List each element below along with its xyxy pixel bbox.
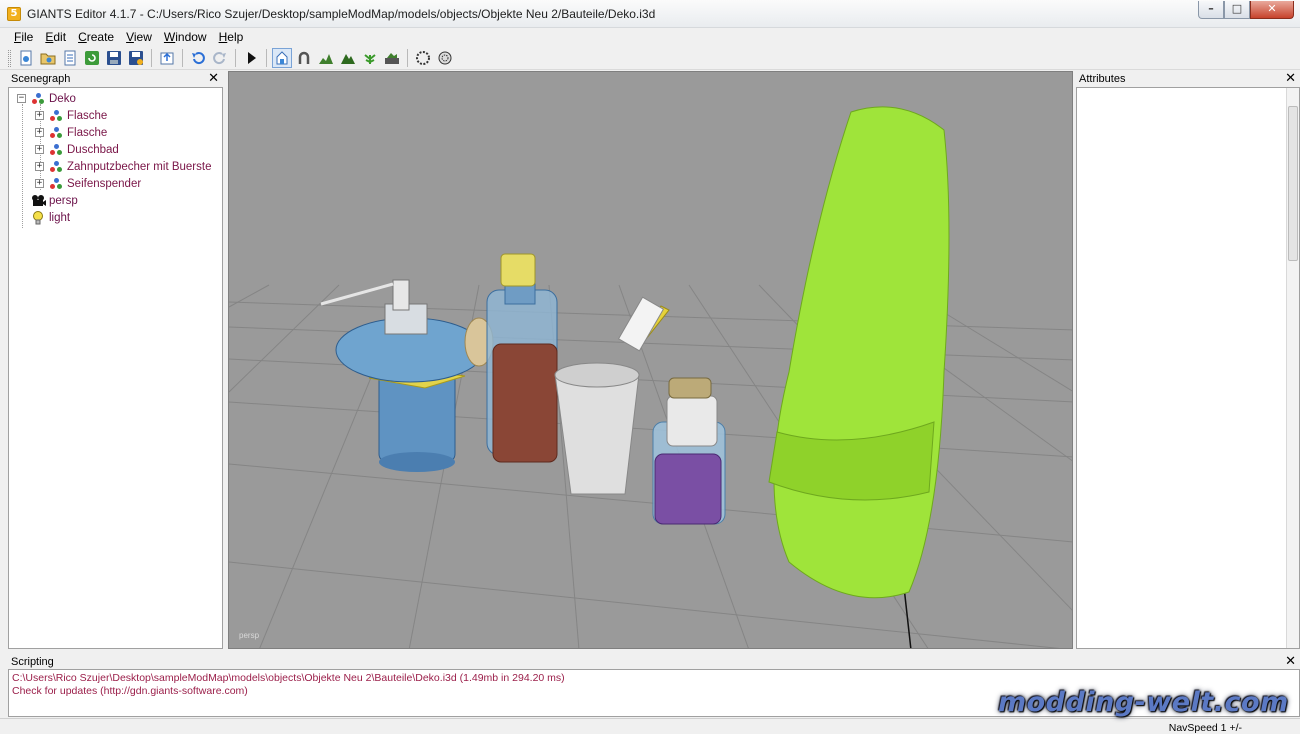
status-bar: NavSpeed 1 +/- (0, 718, 1300, 734)
tree-label: light (49, 211, 71, 224)
save-as-icon[interactable] (126, 48, 146, 68)
attributes-title: Attributes (1079, 73, 1126, 85)
menu-help[interactable]: Help (213, 29, 250, 46)
scenegraph-panel: − Deko + Flasche + Flasche + Duschbad + … (8, 87, 223, 649)
giants-app-icon: 5 (7, 7, 21, 21)
3d-viewport[interactable]: persp (228, 71, 1073, 649)
expand-icon[interactable]: + (35, 179, 44, 188)
transform-group-icon (49, 143, 63, 157)
expand-icon[interactable]: + (35, 145, 44, 154)
attributes-panel (1076, 87, 1300, 649)
menu-bar: File Edit Create View Window Help (0, 29, 1300, 46)
tree-label: persp (49, 194, 78, 207)
open-icon[interactable] (38, 48, 58, 68)
tree-node-flasche[interactable]: + Flasche (35, 107, 107, 124)
save-icon[interactable] (104, 48, 124, 68)
menu-view[interactable]: View (120, 29, 158, 46)
particle-icon[interactable] (413, 48, 433, 68)
tree-label: Duschbad (67, 143, 119, 156)
scripting-close-icon[interactable]: ✕ (1285, 654, 1296, 669)
toolbar-separator (235, 49, 236, 67)
viewport-scene (229, 106, 1072, 648)
attributes-scrollbar[interactable] (1286, 88, 1299, 648)
collapse-icon[interactable]: − (17, 94, 26, 103)
new-scene-icon[interactable] (16, 48, 36, 68)
scenegraph-close-icon[interactable]: ✕ (208, 71, 219, 86)
bottle-red-model (486, 253, 558, 463)
menu-create[interactable]: Create (72, 29, 120, 46)
transform-group-icon (49, 109, 63, 123)
window-title: GIANTS Editor 4.1.7 - C:/Users/Rico Szuj… (27, 7, 656, 21)
green-bottle-model (768, 106, 950, 599)
export-icon[interactable] (157, 48, 177, 68)
scripting-header: Scripting ✕ (8, 654, 1300, 670)
foliage-paint-icon[interactable] (360, 48, 380, 68)
scenegraph-header: Scenegraph ✕ (8, 71, 223, 87)
toothbrush-cup-model (554, 296, 670, 495)
tree-node-deko[interactable]: − Deko (17, 90, 76, 107)
toolbar-separator (151, 49, 152, 67)
toolbar-separator (182, 49, 183, 67)
tree-label: Seifenspender (67, 177, 142, 190)
toolbar (0, 47, 1300, 70)
title-bar: 5 GIANTS Editor 4.1.7 - C:/Users/Rico Sz… (0, 0, 1300, 28)
expand-icon[interactable]: + (35, 162, 44, 171)
tree-label: Flasche (67, 109, 108, 122)
tree-node-persp[interactable]: persp (31, 192, 78, 209)
attributes-header: Attributes ✕ (1076, 71, 1300, 87)
refresh-icon[interactable] (82, 48, 102, 68)
nav-speed-indicator: NavSpeed 1 +/- (1168, 722, 1242, 734)
navmesh-icon[interactable] (435, 48, 455, 68)
terrain-fill-icon[interactable] (382, 48, 402, 68)
transform-group-icon (31, 92, 45, 106)
import-icon[interactable] (60, 48, 80, 68)
attributes-close-icon[interactable]: ✕ (1285, 71, 1296, 86)
select-mode-icon[interactable] (272, 48, 292, 68)
light-bulb-icon (31, 210, 45, 225)
soap-dispenser-model (320, 279, 494, 472)
tree-node-zahnputzbecher[interactable]: + Zahnputzbecher mit Buerste (35, 158, 211, 175)
toolbar-separator (266, 49, 267, 67)
tree-guide-line (22, 104, 23, 228)
tree-label: Deko (49, 92, 76, 105)
tree-node-seifenspender[interactable]: + Seifenspender (35, 175, 141, 192)
magnet-icon[interactable] (294, 48, 314, 68)
tree-label: Zahnputzbecher mit Buerste (67, 160, 212, 173)
camera-icon (31, 194, 46, 208)
toolbar-grip[interactable] (8, 49, 11, 67)
maximize-button[interactable]: □ (1224, 1, 1250, 19)
terrain-sculpt-icon[interactable] (316, 48, 336, 68)
menu-edit[interactable]: Edit (39, 29, 72, 46)
attributes-scroll-thumb[interactable] (1288, 106, 1298, 261)
tree-node-flasche[interactable]: + Flasche (35, 124, 107, 141)
transform-group-icon (49, 126, 63, 140)
perfume-bottle-model (652, 377, 726, 525)
tree-node-light[interactable]: light (31, 209, 70, 226)
transform-group-icon (49, 160, 63, 174)
minimize-button[interactable]: – (1198, 1, 1224, 19)
watermark-logo: modding-welt.com (998, 687, 1289, 718)
close-window-button[interactable]: ✕ (1250, 1, 1294, 19)
tree-label: Flasche (67, 126, 108, 139)
tree-node-duschbad[interactable]: + Duschbad (35, 141, 119, 158)
menu-window[interactable]: Window (158, 29, 213, 46)
window-controls: – □ ✕ (1198, 1, 1294, 19)
transform-group-icon (49, 177, 63, 191)
expand-icon[interactable]: + (35, 128, 44, 137)
play-icon[interactable] (241, 48, 261, 68)
undo-icon[interactable] (188, 48, 208, 68)
menu-file[interactable]: File (8, 29, 39, 46)
toolbar-separator (407, 49, 408, 67)
expand-icon[interactable]: + (35, 111, 44, 120)
script-output-line: C:\Users\Rico Szujer\Desktop\sampleModMa… (12, 672, 565, 684)
scenegraph-title: Scenegraph (11, 73, 71, 85)
scripting-title: Scripting (11, 656, 54, 668)
viewport-camera-label: persp (239, 631, 260, 640)
terrain-paint-icon[interactable] (338, 48, 358, 68)
redo-icon[interactable] (210, 48, 230, 68)
